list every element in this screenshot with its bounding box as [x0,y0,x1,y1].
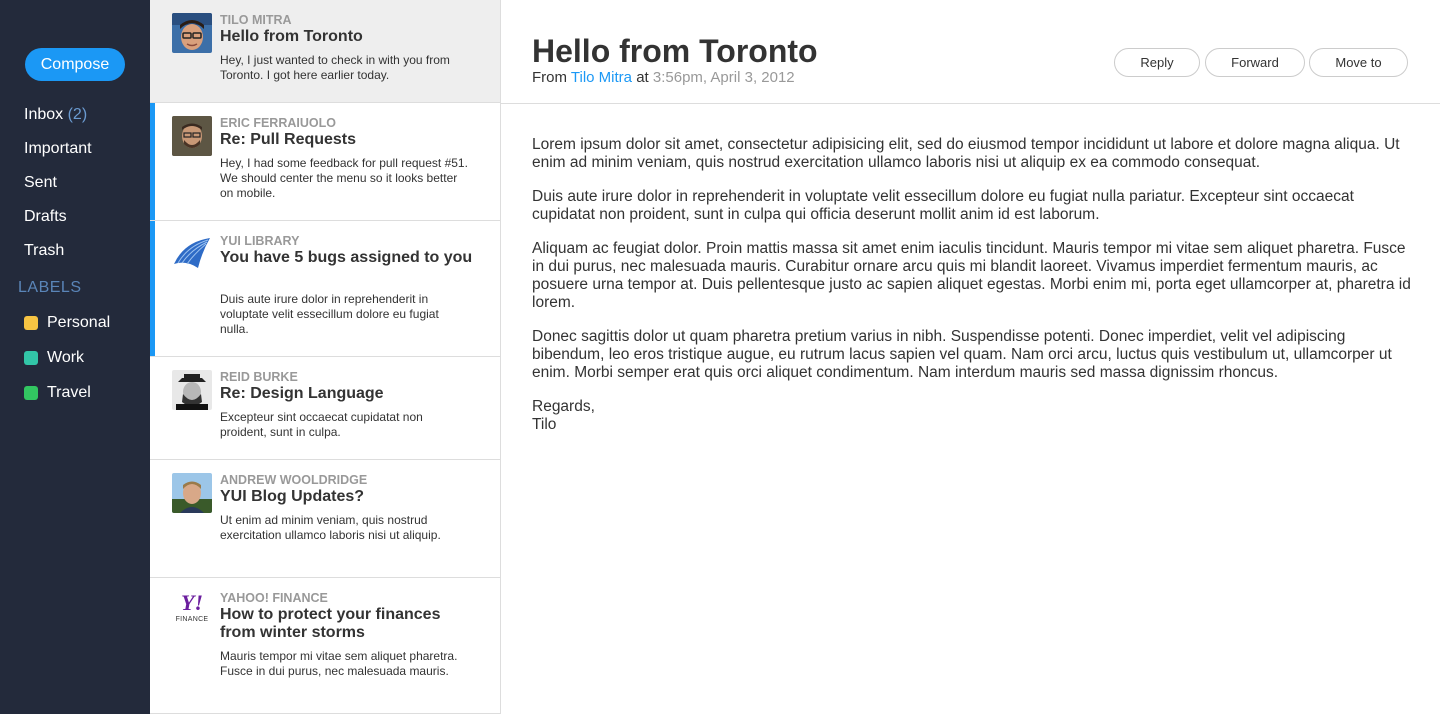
sidebar-item-label: Trash [24,242,65,259]
message-sender: Tilo Mitra [220,13,292,27]
email-content: Hello from Toronto From Tilo Mitra at 3:… [501,0,1440,714]
sidebar-item-label: Inbox [24,106,64,123]
from-prefix: From [532,69,567,86]
email-title: Hello from Toronto [532,33,818,69]
message-subject: Re: Design Language [220,385,384,402]
person-avatar-icon [172,370,212,410]
sidebar-item-label: Drafts [24,208,67,225]
message-sender: Reid Burke [220,370,298,384]
message-item[interactable]: Tilo Mitra Hello from Toronto Hey, I jus… [150,0,500,103]
yui-logo-icon [172,234,212,274]
body-paragraph: Duis aute irure dolor in reprehenderit i… [532,188,1354,223]
sidebar: Compose Inbox (2) Important Sent Drafts … [0,0,150,714]
message-item[interactable]: Y! FINANCE Yahoo! Finance How to protect… [150,578,500,714]
message-item[interactable]: Andrew Wooldridge YUI Blog Updates? Ut e… [150,460,500,578]
body-paragraph: Donec sagittis dolor ut quam pharetra pr… [532,328,1392,381]
label-personal[interactable]: Personal [24,314,110,349]
label-travel[interactable]: Travel [24,384,110,419]
person-avatar-icon [172,116,212,156]
body-paragraph: Aliquam ac feugiat dolor. Proin mattis m… [532,240,1411,311]
label-work[interactable]: Work [24,349,110,384]
sidebar-item-sent[interactable]: Sent [24,173,92,207]
email-meta: From Tilo Mitra at 3:56pm, April 3, 2012 [532,69,795,86]
sidebar-item-label: Important [24,140,92,157]
message-item[interactable]: YUI Library You have 5 bugs assigned to … [150,221,500,357]
message-subject: Re: Pull Requests [220,131,357,148]
message-subject: Hello from Toronto [220,28,363,45]
email-date: 3:56pm, April 3, 2012 [652,69,795,86]
message-subject: You have 5 bugs assigned to you [220,249,473,266]
sidebar-item-drafts[interactable]: Drafts [24,207,92,241]
yahoo-finance-logo-icon: Y! FINANCE [172,591,212,631]
person-avatar-icon [172,13,212,53]
label-swatch-icon [24,386,38,400]
message-sender: Yahoo! Finance [220,591,328,605]
unread-count: (2) [67,106,88,123]
logo-subtext: FINANCE [175,616,209,623]
label-text: Work [47,349,85,366]
message-item[interactable]: Eric Ferraiuolo Re: Pull Requests Hey, I… [150,103,500,221]
logo-text: Y! [181,591,203,615]
message-sender: Eric Ferraiuolo [220,116,336,130]
signature: Tilo [532,416,557,433]
message-sender: Andrew Wooldridge [220,473,368,487]
label-text: Personal [47,314,111,331]
forward-button[interactable]: Forward [1205,48,1305,77]
sidebar-item-label: Sent [24,174,57,191]
reply-button[interactable]: Reply [1114,48,1200,77]
sidebar-item-inbox[interactable]: Inbox (2) [24,105,92,139]
email-body: Lorem ipsum dolor sit amet, consectetur … [532,136,1412,434]
label-swatch-icon [24,316,38,330]
message-list: Tilo Mitra Hello from Toronto Hey, I jus… [150,0,501,714]
sidebar-nav: Inbox (2) Important Sent Drafts Trash [24,105,92,275]
labels-list: Personal Work Travel [24,314,110,419]
compose-button[interactable]: Compose [25,48,125,81]
at-text: at [636,69,649,86]
labels-heading: LABELS [18,279,82,296]
message-preview: Mauris tempor mi vitae sem aliquet phare… [220,649,458,678]
email-header: Hello from Toronto From Tilo Mitra at 3:… [501,0,1440,104]
message-item[interactable]: Reid Burke Re: Design Language Excepteur… [150,357,500,460]
message-preview: Hey, I had some feedback for pull reques… [220,156,468,200]
label-text: Travel [47,384,91,401]
message-subject: How to protect your finances from winter… [220,606,441,641]
message-preview: Excepteur sint occaecat cupidatat non pr… [220,410,423,439]
label-swatch-icon [24,351,38,365]
move-to-button[interactable]: Move to [1309,48,1408,77]
message-subject: YUI Blog Updates? [220,488,365,505]
sidebar-item-trash[interactable]: Trash [24,241,92,275]
message-preview: Duis aute irure dolor in reprehenderit i… [220,292,439,336]
body-paragraph: Lorem ipsum dolor sit amet, consectetur … [532,136,1400,171]
signoff: Regards, [532,398,595,415]
sender-link[interactable]: Tilo Mitra [571,69,632,86]
message-preview: Hey, I just wanted to check in with you … [220,53,450,82]
sidebar-item-important[interactable]: Important [24,139,92,173]
person-avatar-icon [172,473,212,513]
message-preview: Ut enim ad minim veniam, quis nostrud ex… [220,513,441,542]
message-sender: YUI Library [220,234,300,248]
